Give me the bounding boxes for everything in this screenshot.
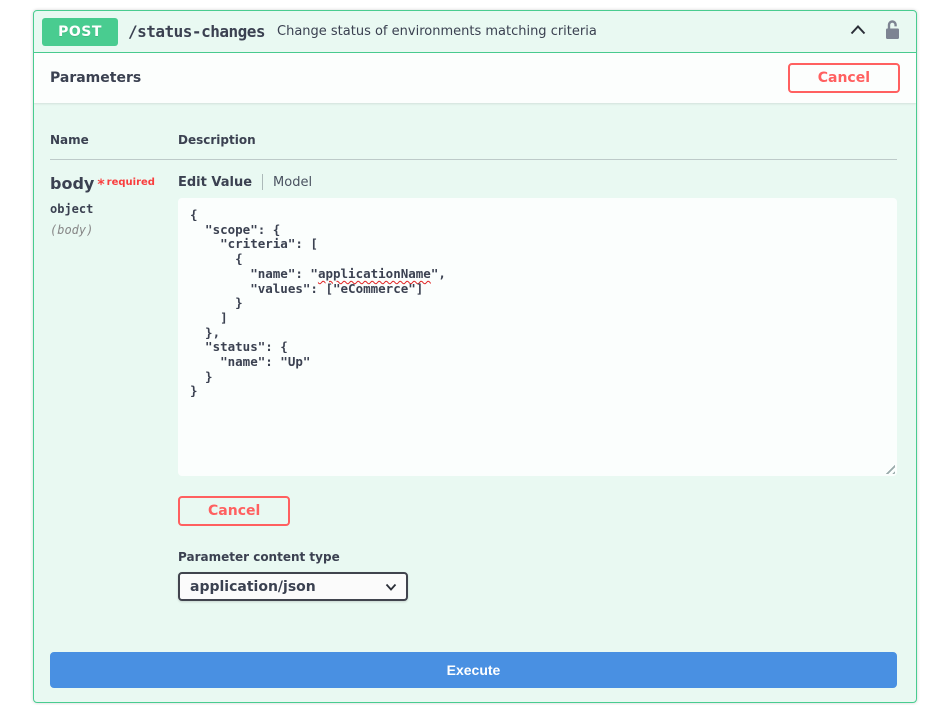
required-label: required bbox=[107, 177, 155, 188]
content-type-label: Parameter content type bbox=[178, 550, 897, 564]
parameter-name: body bbox=[50, 174, 94, 193]
parameters-section-header: Parameters Cancel bbox=[34, 53, 916, 103]
column-header-description: Description bbox=[178, 133, 256, 147]
tab-edit-value[interactable]: Edit Value bbox=[178, 175, 252, 190]
endpoint-summary: Change status of environments matching c… bbox=[277, 24, 834, 39]
column-header-name: Name bbox=[50, 133, 178, 147]
execute-button[interactable]: Execute bbox=[50, 652, 897, 688]
request-body-editor-text: { "scope": { "criteria": [ { "name": "ap… bbox=[190, 208, 885, 399]
method-badge: POST bbox=[42, 18, 118, 46]
authorization-button[interactable] bbox=[882, 19, 902, 44]
required-asterisk: * bbox=[97, 177, 104, 193]
try-out-cancel-button[interactable]: Cancel bbox=[788, 63, 900, 93]
request-body-editor[interactable]: { "scope": { "criteria": [ { "name": "ap… bbox=[178, 198, 897, 476]
execute-wrapper: Execute bbox=[34, 601, 916, 688]
parameter-description-cell: Edit Value Model { "scope": { "criteria"… bbox=[178, 172, 897, 601]
content-type-select[interactable]: application/json bbox=[178, 572, 408, 601]
endpoint-path: /status-changes bbox=[128, 22, 265, 41]
editor-tabs: Edit Value Model bbox=[178, 174, 897, 190]
tab-model[interactable]: Model bbox=[273, 175, 312, 190]
resize-grip[interactable] bbox=[882, 461, 895, 474]
collapse-button[interactable] bbox=[848, 20, 868, 43]
parameter-type: object bbox=[50, 202, 178, 216]
lock-open-icon bbox=[882, 19, 902, 44]
parameter-name-cell: body*required object (body) bbox=[50, 172, 178, 601]
tab-divider bbox=[262, 174, 263, 190]
operation-summary[interactable]: POST /status-changes Change status of en… bbox=[34, 11, 916, 53]
table-header-row: Name Description bbox=[50, 133, 897, 160]
content-type-block: Parameter content type application/json bbox=[178, 550, 897, 601]
chevron-up-icon bbox=[848, 20, 868, 43]
parameters-table: Name Description body*required object (b… bbox=[34, 103, 916, 601]
parameter-row-body: body*required object (body) Edit Value M… bbox=[50, 160, 897, 601]
editor-cancel-button[interactable]: Cancel bbox=[178, 496, 290, 526]
operation-block-post: POST /status-changes Change status of en… bbox=[33, 10, 917, 703]
parameter-in: (body) bbox=[50, 223, 178, 237]
parameters-title: Parameters bbox=[50, 70, 141, 86]
